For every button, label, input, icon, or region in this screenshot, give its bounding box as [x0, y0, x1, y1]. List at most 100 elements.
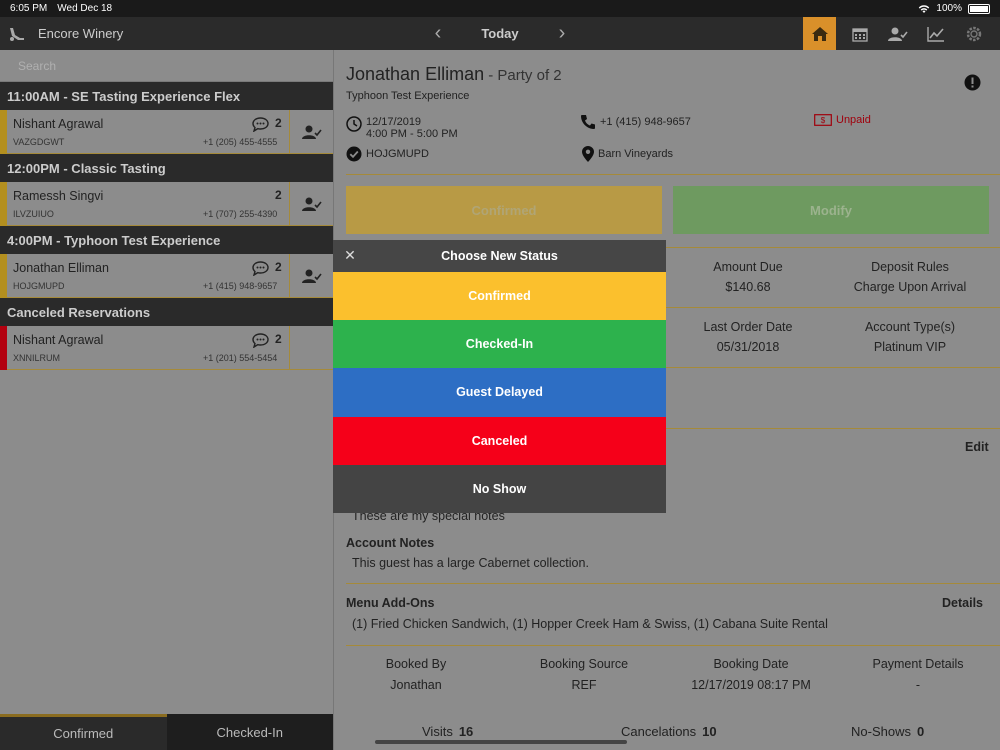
battery-percent: 100%: [936, 3, 962, 14]
reservation-action[interactable]: [289, 326, 333, 370]
status-option-guest-delayed[interactable]: Guest Delayed: [333, 368, 666, 417]
guest-name: Ramessh Singvi: [13, 189, 104, 203]
chat-icon: [252, 333, 269, 348]
alert-icon[interactable]: [964, 74, 981, 91]
reservation-time: 4:00 PM - 5:00 PM: [366, 128, 458, 140]
close-icon[interactable]: ✕: [343, 248, 357, 262]
account-notes-title: Account Notes: [346, 536, 435, 550]
reservation-code-row: HOJGMUPD: [346, 146, 429, 162]
booked-by-label: Booked By: [385, 657, 447, 671]
reservation-code: VAZGDGWT: [13, 137, 65, 147]
guest-name: Nishant Agrawal: [13, 333, 104, 347]
booking-source-value: REF: [571, 678, 597, 692]
group-header: Canceled Reservations: [0, 298, 333, 326]
divider: [346, 174, 1000, 175]
battery-icon: [968, 3, 990, 14]
chevron-left-icon[interactable]: ‹: [430, 22, 446, 45]
payment-details-value: -: [915, 678, 921, 692]
group-header: 11:00AM - SE Tasting Experience Flex: [0, 82, 333, 110]
payment-status-row: $ Unpaid: [814, 114, 871, 126]
page-title: Jonathan Elliman - Party of 2: [346, 64, 562, 85]
brand: Encore Winery: [8, 17, 123, 50]
list-filter-tabs: Confirmed Checked-In: [0, 714, 333, 750]
reservation-code: XNNILRUM: [13, 353, 61, 363]
booking-source-label: Booking Source: [539, 657, 629, 671]
guest-name: Jonathan Elliman: [346, 64, 485, 84]
tab-checked-in[interactable]: Checked-In: [166, 714, 333, 750]
status-stripe: [0, 326, 7, 370]
tab-confirmed[interactable]: Confirmed: [0, 714, 167, 750]
group-header: 4:00PM - Typhoon Test Experience: [0, 226, 333, 254]
party-count: 2: [275, 116, 282, 130]
status-stripe: [0, 182, 7, 226]
party-count: 2: [275, 260, 282, 274]
party-size: - Party of 2: [484, 67, 562, 84]
location-row: Barn Vineyards: [582, 146, 673, 162]
search-input[interactable]: Search: [0, 50, 333, 82]
reservation-row[interactable]: Nishant Agrawal VAZGDGWT +1 (205) 455-45…: [0, 110, 333, 154]
date-navigator: ‹ Today ›: [430, 17, 570, 50]
brand-name: Encore Winery: [38, 26, 124, 41]
reservation-row[interactable]: Jonathan Elliman HOJGMUPD +1 (415) 948-9…: [0, 254, 333, 298]
status-option-no-show[interactable]: No Show: [333, 464, 666, 513]
guest-name: Nishant Agrawal: [13, 117, 104, 131]
home-indicator: [375, 740, 627, 744]
cancelations-stat: Cancelations 10: [621, 724, 717, 739]
chart-icon[interactable]: [917, 17, 955, 50]
gear-icon[interactable]: [955, 17, 993, 50]
amount-due-label: Amount Due: [713, 260, 783, 274]
reservation-row[interactable]: Ramessh Singvi ILVZUIUO +1 (707) 255-439…: [0, 182, 333, 226]
status-option-canceled[interactable]: Canceled: [333, 416, 666, 465]
menu-addons-title: Menu Add-Ons: [346, 596, 435, 610]
clock-icon: [346, 116, 362, 132]
phone-row[interactable]: +1 (415) 948-9657: [580, 114, 691, 130]
chevron-right-icon[interactable]: ›: [554, 22, 570, 45]
phone-icon: [581, 115, 595, 129]
account-notes-text: This guest has a large Cabernet collecti…: [352, 556, 589, 570]
status-option-confirmed[interactable]: Confirmed: [333, 272, 666, 321]
guest-phone: +1 (205) 455-4555: [203, 137, 278, 147]
calendar-icon[interactable]: [841, 17, 879, 50]
check-in-button[interactable]: [289, 110, 333, 154]
divider: [346, 645, 1000, 646]
reservation-code: ILVZUIUO: [13, 209, 54, 219]
experience-name: Typhoon Test Experience: [346, 90, 470, 102]
location-pin-icon: [582, 146, 594, 162]
guest-phone: +1 (415) 948-9657: [203, 281, 278, 291]
deposit-rules-label: Deposit Rules: [871, 260, 949, 274]
clock-date: Wed Dec 18: [57, 3, 113, 14]
reservation-row[interactable]: Nishant Agrawal XNNILRUM +1 (201) 554-54…: [0, 326, 333, 370]
guest-phone: +1 (201) 554-5454: [203, 353, 278, 363]
account-type-value: Platinum VIP: [873, 340, 947, 354]
status-option-checked-in[interactable]: Checked-In: [333, 320, 666, 369]
wifi-icon: [919, 4, 930, 13]
edit-notes-button[interactable]: Edit: [965, 440, 989, 454]
party-count: 2: [275, 188, 282, 202]
addons-details-button[interactable]: Details: [942, 596, 983, 610]
cash-icon: $: [814, 114, 832, 126]
location-name: Barn Vineyards: [598, 148, 674, 160]
menu-addons-text: (1) Fried Chicken Sandwich, (1) Hopper C…: [352, 617, 828, 631]
guest-history-stats: Visits 16 Cancelations 10 No-Shows 0: [334, 714, 1000, 750]
check-in-button[interactable]: [289, 182, 333, 226]
home-icon[interactable]: [803, 17, 836, 50]
check-in-button[interactable]: [289, 254, 333, 298]
reservation-code: HOJGMUPD: [366, 148, 429, 160]
guest-name: Jonathan Elliman: [13, 261, 109, 275]
guest-phone: +1 (415) 948-9657: [600, 116, 691, 128]
group-header: 12:00PM - Classic Tasting: [0, 154, 333, 182]
modal-header: ✕ Choose New Status: [333, 240, 666, 272]
reservation-date: 12/17/2019: [366, 116, 422, 128]
deposit-rules-value: Charge Upon Arrival: [853, 280, 967, 294]
chat-icon: [252, 261, 269, 276]
nav-actions: [803, 17, 993, 50]
confirmed-status-button[interactable]: Confirmed: [346, 186, 662, 234]
user-check-icon: [301, 197, 322, 211]
booking-date-value: 12/17/2019 08:17 PM: [691, 678, 811, 692]
nav-title[interactable]: Today: [481, 26, 518, 41]
user-check-icon: [301, 269, 322, 283]
user-check-icon[interactable]: [879, 17, 917, 50]
modify-button[interactable]: Modify: [673, 186, 989, 234]
chat-icon: [252, 117, 269, 132]
booking-date-label: Booking Date: [713, 657, 789, 671]
